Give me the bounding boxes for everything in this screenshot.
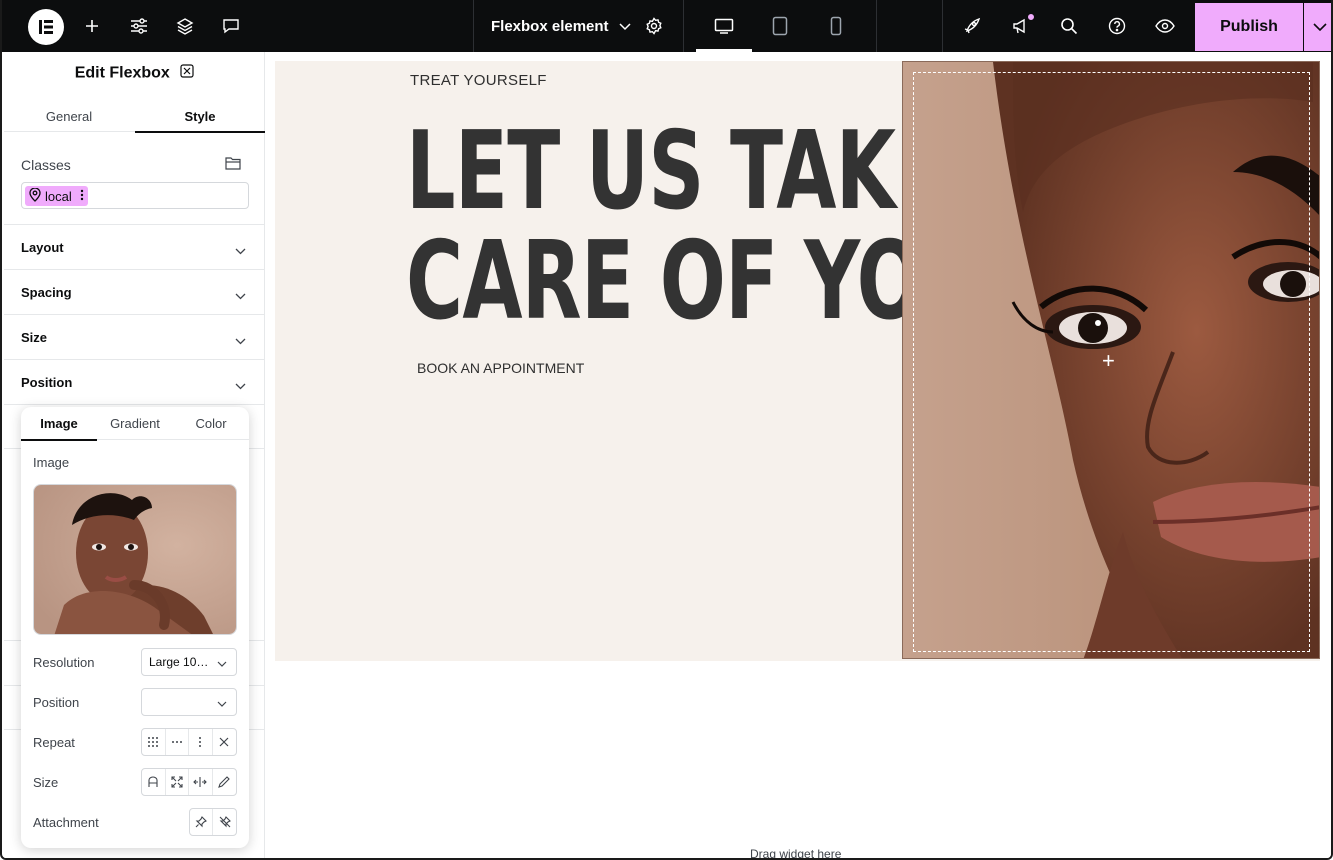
help-icon[interactable]	[1105, 0, 1129, 52]
section-position[interactable]: Position	[4, 359, 265, 404]
section-layout[interactable]: Layout	[4, 224, 265, 269]
mobile-icon[interactable]	[824, 0, 848, 52]
size-options	[141, 768, 237, 796]
size-label: Size	[33, 775, 59, 790]
section-label: Size	[21, 330, 48, 345]
repeat-label: Repeat	[33, 735, 75, 750]
panel-title: Edit Flexbox	[74, 64, 170, 82]
folder-icon[interactable]	[225, 156, 241, 175]
section-size[interactable]: Size	[4, 314, 265, 359]
class-chip-label: local	[45, 188, 72, 204]
main-headline[interactable]: LET US TAKE CARE OF YOU	[406, 109, 985, 344]
no-repeat-icon[interactable]	[213, 729, 236, 755]
classes-label: Classes	[21, 157, 71, 173]
size-custom-icon[interactable]	[213, 769, 236, 795]
chevron-down-icon	[217, 657, 227, 671]
document-title-text: Flexbox element	[491, 17, 609, 35]
headline-line-1: LET US TAKE	[406, 109, 948, 234]
search-icon[interactable]	[1057, 0, 1081, 52]
headline-line-2: CARE OF YOU	[406, 219, 985, 344]
comments-icon[interactable]	[219, 0, 243, 52]
chevron-down-icon	[235, 242, 246, 260]
launchpad-icon[interactable]	[960, 0, 984, 52]
repeat-x-icon[interactable]	[166, 729, 189, 755]
document-title[interactable]: Flexbox element	[491, 0, 631, 52]
app-window: Flexbox element Publish Edit Flexbox Gen…	[0, 0, 1333, 860]
section-label: Layout	[21, 240, 64, 255]
image-preview[interactable]	[33, 484, 237, 635]
chevron-down-icon	[235, 332, 246, 350]
resolution-select[interactable]: Large 10…	[141, 648, 237, 676]
chevron-down-icon	[217, 697, 227, 711]
editor-canvas: TREAT YOURSELF LET US TAKE CARE OF YOU B…	[266, 52, 1331, 858]
repeat-options	[141, 728, 237, 756]
publish-button[interactable]: Publish	[1195, 3, 1303, 51]
position-label: Position	[33, 695, 80, 710]
background-type-tabs: Image Gradient Color	[21, 407, 249, 441]
tablet-icon[interactable]	[768, 0, 792, 52]
size-cover-icon[interactable]	[166, 769, 189, 795]
settings-gear-icon[interactable]	[642, 0, 666, 52]
elementor-logo-icon[interactable]	[28, 9, 64, 45]
atomic-element-icon	[180, 64, 194, 83]
position-select[interactable]	[141, 688, 237, 716]
resolution-value: Large 10…	[149, 655, 209, 669]
publish-options-button[interactable]	[1304, 3, 1331, 51]
repeat-grid-icon[interactable]	[142, 729, 166, 755]
hero-image-flexbox[interactable]: +	[902, 61, 1320, 659]
chevron-down-icon	[235, 377, 246, 395]
classes-input[interactable]: local	[21, 182, 249, 209]
hero-flexbox[interactable]: TREAT YOURSELF LET US TAKE CARE OF YOU B…	[275, 61, 1320, 661]
background-popover: Image Gradient Color Image Resolution La…	[21, 407, 249, 848]
eyebrow-heading[interactable]: TREAT YOURSELF	[410, 72, 547, 89]
chevron-down-icon	[235, 287, 246, 305]
repeat-y-icon[interactable]	[189, 729, 213, 755]
add-element-icon[interactable]: +	[1102, 350, 1115, 372]
class-chip-local[interactable]: local	[25, 186, 88, 206]
panel-header: Edit Flexbox	[4, 64, 265, 83]
section-label: Position	[21, 375, 73, 390]
site-settings-icon[interactable]	[127, 0, 151, 52]
size-contain-icon[interactable]	[189, 769, 213, 795]
location-pin-icon	[29, 186, 41, 205]
tab-style[interactable]: Style	[135, 101, 265, 133]
size-auto-icon[interactable]	[142, 769, 166, 795]
section-label: Spacing	[21, 285, 72, 300]
attachment-options	[189, 808, 237, 836]
add-icon[interactable]	[80, 0, 104, 52]
more-vertical-icon[interactable]	[80, 189, 84, 204]
tab-general[interactable]: General	[4, 101, 134, 132]
chevron-down-icon	[1312, 18, 1327, 36]
notification-dot	[1027, 13, 1035, 21]
chevron-down-icon	[619, 18, 631, 35]
desktop-icon[interactable]	[712, 0, 736, 52]
resolution-label: Resolution	[33, 655, 95, 670]
panel-tabs: General Style	[4, 101, 265, 133]
drop-zone-hint[interactable]: Drag widget here	[750, 847, 841, 858]
structure-icon[interactable]	[173, 0, 197, 52]
unpin-icon[interactable]	[213, 809, 236, 835]
top-bar: Flexbox element Publish	[2, 0, 1331, 52]
book-appointment-link[interactable]: BOOK AN APPOINTMENT	[417, 360, 584, 376]
preview-icon[interactable]	[1153, 0, 1177, 52]
tab-image[interactable]: Image	[21, 407, 97, 441]
pin-icon[interactable]	[190, 809, 214, 835]
whats-new-icon[interactable]	[1009, 0, 1033, 52]
attachment-label: Attachment	[33, 815, 99, 830]
image-label: Image	[33, 455, 70, 470]
tab-gradient[interactable]: Gradient	[97, 407, 173, 440]
section-spacing[interactable]: Spacing	[4, 269, 265, 314]
tab-color[interactable]: Color	[173, 407, 249, 440]
